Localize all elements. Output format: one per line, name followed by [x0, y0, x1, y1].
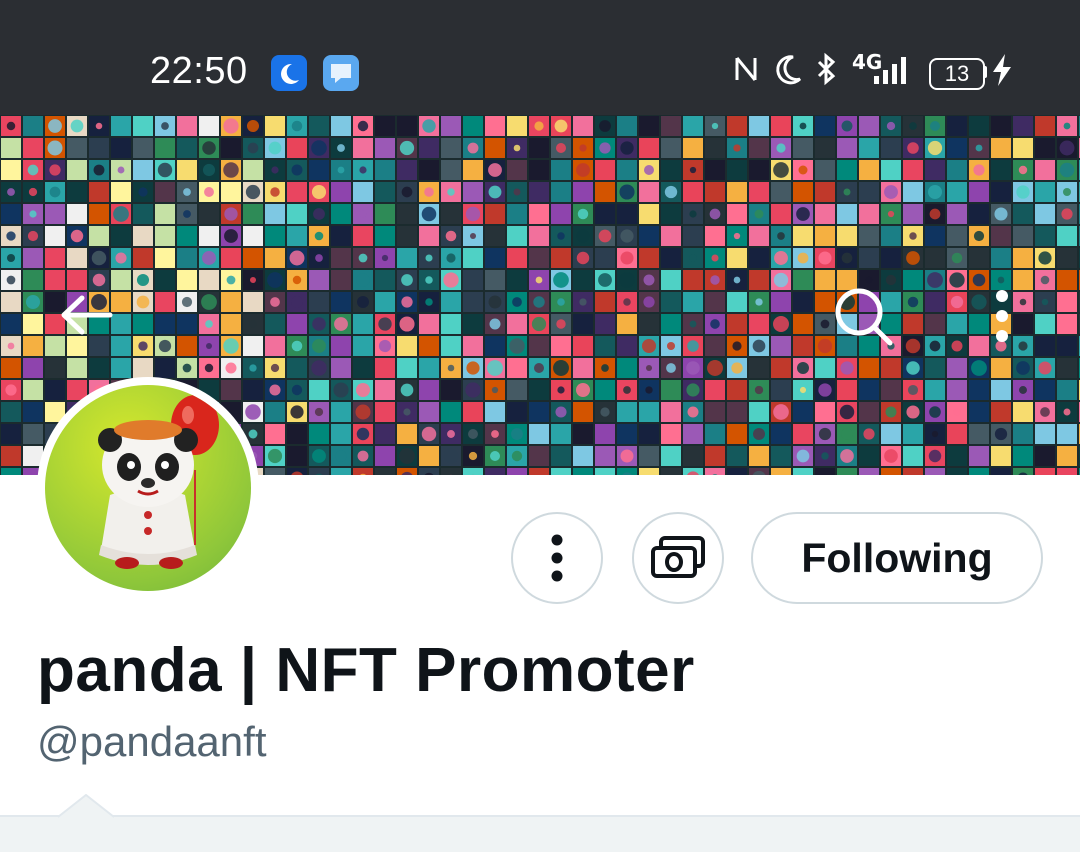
search-icon — [832, 285, 894, 347]
battery-tip — [983, 66, 987, 78]
bluetooth-icon — [814, 52, 840, 94]
header-more-button[interactable] — [985, 283, 1019, 349]
battery-icon: 13 — [929, 58, 985, 90]
search-button[interactable] — [830, 283, 896, 349]
more-vertical-icon — [549, 533, 565, 583]
avatar-image — [45, 385, 251, 591]
profile-more-button[interactable] — [511, 512, 603, 604]
profile-display-name: panda | NFT Promoter — [37, 635, 695, 706]
do-not-disturb-icon — [773, 52, 803, 94]
moon-app-icon — [271, 55, 307, 91]
arrow-left-icon — [58, 293, 114, 337]
status-bar: 22:50 4G 13 — [0, 0, 1080, 115]
money-icon — [649, 535, 707, 581]
content-divider-strip — [0, 815, 1080, 852]
avatar[interactable] — [37, 377, 259, 599]
back-button[interactable] — [56, 285, 116, 345]
caret-up-icon — [58, 794, 114, 818]
status-time: 22:50 — [150, 50, 248, 93]
nfc-icon — [733, 52, 759, 94]
following-button[interactable]: Following — [751, 512, 1043, 604]
chat-app-icon — [323, 55, 359, 91]
signal-icon — [872, 52, 912, 94]
more-vertical-icon — [992, 286, 1012, 346]
profile-handle: @pandaanft — [37, 718, 266, 766]
tip-button[interactable] — [632, 512, 724, 604]
charging-icon — [990, 52, 1014, 96]
